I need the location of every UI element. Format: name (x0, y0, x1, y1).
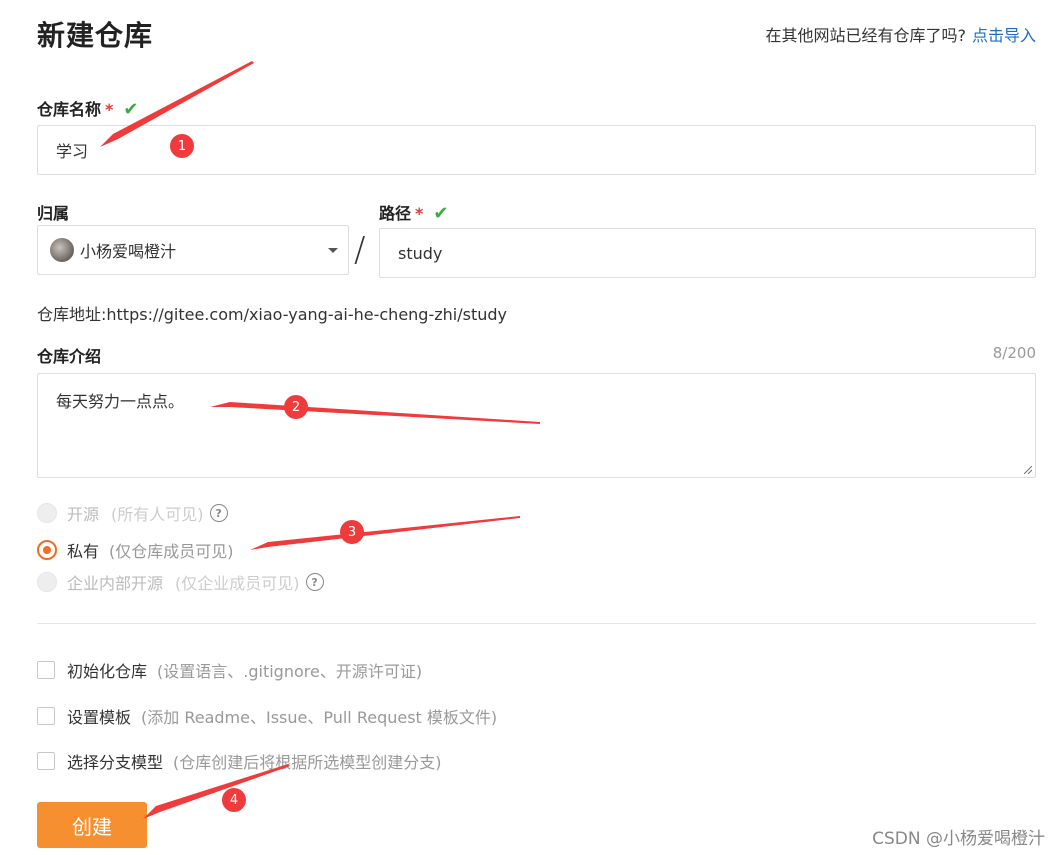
divider (37, 623, 1036, 624)
description-label: 仓库介绍 (37, 347, 102, 366)
visibility-enterprise[interactable]: 企业内部开源 (仅企业成员可见) ? (37, 570, 324, 594)
option-template[interactable]: 设置模板 (添加 Readme、Issue、Pull Request 模板文件) (37, 704, 497, 728)
required-mark: * (105, 100, 114, 119)
repo-name-value: 学习 (56, 142, 89, 161)
annotation-arrow-3 (250, 516, 520, 550)
repo-name-label-text: 仓库名称 (37, 100, 102, 119)
watermark: CSDN @小杨爱喝橙汁 (872, 829, 1045, 849)
required-mark: * (415, 204, 424, 223)
option-branch-label: 选择分支模型 (67, 753, 164, 772)
chevron-down-icon (328, 247, 338, 253)
path-label: 路径 * ✔ (379, 200, 448, 224)
option-init-repo[interactable]: 初始化仓库 (设置语言、.gitignore、开源许可证) (37, 658, 422, 682)
create-button[interactable]: 创建 (37, 802, 147, 848)
annotation-badge-4: 4 (222, 788, 246, 812)
visibility-public[interactable]: 开源 (所有人可见) ? (37, 501, 228, 525)
option-init-label: 初始化仓库 (67, 662, 148, 681)
visibility-enterprise-label: 企业内部开源 (67, 574, 164, 593)
checkbox-template[interactable] (37, 707, 55, 725)
visibility-public-label: 开源 (67, 505, 100, 524)
annotation-badge-3: 3 (340, 520, 364, 544)
option-branch-model[interactable]: 选择分支模型 (仓库创建后将根据所选模型创建分支) (37, 749, 442, 773)
page-title: 新建仓库 (37, 19, 154, 52)
repo-address: 仓库地址:https://gitee.com/xiao-yang-ai-he-c… (37, 305, 507, 324)
avatar (50, 238, 74, 262)
option-template-hint: (添加 Readme、Issue、Pull Request 模板文件) (141, 708, 498, 727)
description-textarea[interactable]: 每天努力一点点。 (37, 373, 1036, 478)
checkbox-init-repo[interactable] (37, 661, 55, 679)
visibility-public-hint: (所有人可见) (111, 505, 204, 524)
visibility-private-label: 私有 (67, 542, 100, 561)
description-value: 每天努力一点点。 (56, 392, 185, 411)
description-counter: 8/200 (992, 344, 1036, 362)
path-input[interactable]: study (379, 228, 1036, 278)
owner-select[interactable]: 小杨爱喝橙汁 (37, 225, 349, 275)
annotation-badge-1: 1 (170, 134, 194, 158)
radio-enterprise[interactable] (37, 572, 57, 592)
import-prompt: 在其他网站已经有仓库了吗? (765, 26, 966, 45)
annotation-badge-2: 2 (284, 395, 308, 419)
owner-label: 归属 (37, 204, 70, 223)
owner-name: 小杨爱喝橙汁 (80, 242, 177, 261)
repo-name-label: 仓库名称 * ✔ (37, 96, 138, 120)
radio-public[interactable] (37, 503, 57, 523)
visibility-private[interactable]: 私有 (仅仓库成员可见) (37, 538, 234, 562)
path-value: study (398, 243, 443, 263)
visibility-private-hint: (仅仓库成员可见) (109, 542, 234, 561)
checkbox-branch-model[interactable] (37, 752, 55, 770)
import-link[interactable]: 点击导入 (972, 26, 1036, 45)
check-icon: ✔ (123, 99, 139, 120)
option-init-hint: (设置语言、.gitignore、开源许可证) (157, 662, 423, 681)
option-template-label: 设置模板 (67, 708, 132, 727)
help-icon[interactable]: ? (209, 504, 228, 522)
radio-private[interactable] (37, 540, 57, 560)
check-icon: ✔ (433, 203, 449, 224)
option-branch-hint: (仓库创建后将根据所选模型创建分支) (173, 753, 442, 772)
visibility-enterprise-hint: (仅企业成员可见) (175, 574, 300, 593)
resize-handle-icon[interactable] (1024, 466, 1032, 474)
path-separator: / (354, 230, 366, 270)
import-hint: 在其他网站已经有仓库了吗? 点击导入 (765, 22, 1036, 46)
path-label-text: 路径 (379, 204, 412, 223)
help-icon[interactable]: ? (305, 573, 324, 591)
